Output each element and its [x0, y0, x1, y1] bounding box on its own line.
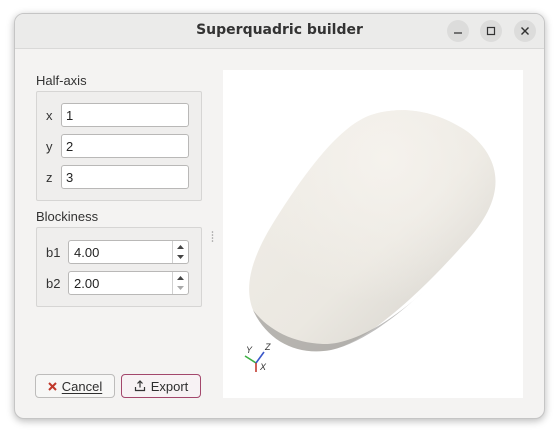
- axis-z-label: Z: [264, 342, 271, 352]
- halfaxis-x-input[interactable]: [61, 103, 189, 127]
- blockiness-b2-stepper[interactable]: [172, 272, 188, 294]
- shape-highlight: [249, 110, 496, 352]
- cancel-button[interactable]: Cancel: [35, 374, 115, 398]
- maximize-icon: [486, 26, 496, 36]
- blockiness-b1-value[interactable]: 4.00: [74, 245, 99, 260]
- blockiness-b1-spinbox[interactable]: 4.00: [68, 240, 189, 264]
- export-label: Export: [150, 378, 189, 394]
- export-button[interactable]: Export: [121, 374, 201, 398]
- blockiness-b1-stepper[interactable]: [172, 241, 188, 263]
- cancel-label: Cancel: [61, 378, 103, 394]
- spin-down-icon[interactable]: [176, 253, 185, 261]
- halfaxis-y-label: y: [46, 139, 53, 154]
- title-bar[interactable]: Superquadric builder: [15, 14, 544, 49]
- halfaxis-x-label: x: [46, 108, 53, 123]
- maximize-button[interactable]: [480, 20, 502, 42]
- close-icon: [521, 27, 529, 35]
- spin-up-icon[interactable]: [176, 274, 185, 282]
- superquadric-render: Y Z X: [244, 110, 496, 372]
- splitter-handle[interactable]: [211, 230, 214, 244]
- blockiness-group: b1 4.00 b2 2.00: [36, 227, 202, 307]
- blockiness-group-label: Blockiness: [36, 209, 99, 224]
- cancel-icon: [48, 381, 57, 391]
- close-button[interactable]: [514, 20, 536, 42]
- spin-down-icon[interactable]: [176, 284, 185, 292]
- spin-up-icon[interactable]: [176, 243, 185, 251]
- halfaxis-z-label: z: [46, 170, 53, 185]
- minimize-button[interactable]: [447, 20, 469, 42]
- halfaxis-group: x y z: [36, 91, 202, 201]
- superquadric-builder-window: Superquadric builder Half-axis x y z Blo…: [14, 13, 545, 419]
- blockiness-b2-label: b2: [46, 276, 61, 291]
- axis-x-label: X: [259, 362, 267, 372]
- blockiness-b2-spinbox[interactable]: 2.00: [68, 271, 189, 295]
- axis-y-label: Y: [246, 345, 253, 355]
- halfaxis-z-input[interactable]: [61, 165, 189, 189]
- blockiness-b2-value[interactable]: 2.00: [74, 276, 99, 291]
- minimize-icon: [454, 32, 462, 34]
- export-icon: [134, 380, 145, 392]
- blockiness-b1-label: b1: [46, 245, 61, 260]
- halfaxis-y-input[interactable]: [61, 134, 189, 158]
- 3d-viewport[interactable]: Y Z X: [223, 70, 523, 398]
- halfaxis-group-label: Half-axis: [36, 73, 87, 88]
- orientation-axes: Y Z X: [244, 342, 271, 372]
